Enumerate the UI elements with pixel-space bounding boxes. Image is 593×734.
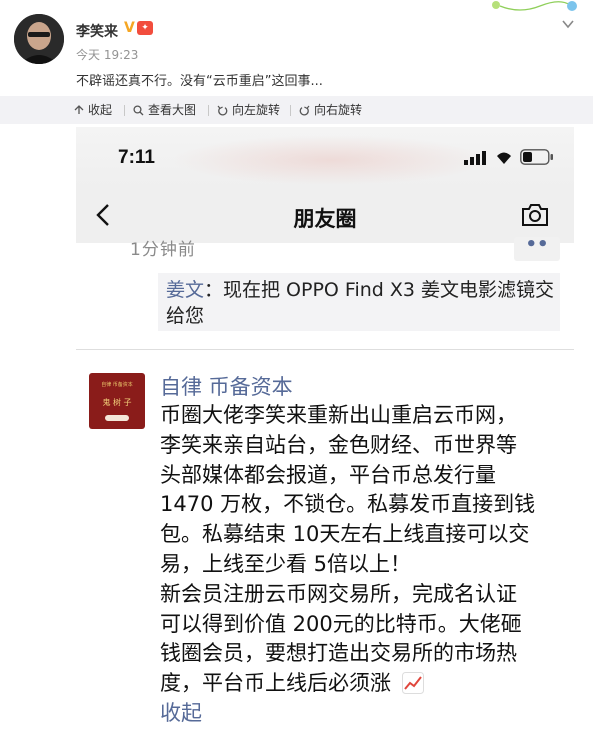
verified-badge: V (124, 20, 135, 36)
rotate-right-icon (299, 105, 310, 116)
status-bar: 7:11 (76, 127, 574, 187)
body-line: 1470 万枚，不锁仓。私募发币直接到钱 (160, 492, 536, 517)
body-line: 新会员注册云币网交易所，完成名认证 (160, 581, 517, 606)
body-line: 钱圈会员，要想打造出交易所的市场热 (160, 641, 517, 666)
avatar-small-text: 自律 币备资本 (101, 382, 133, 388)
rotate-left-label: 向左旋转 (232, 103, 281, 117)
comment-text: ：现在把 OPPO Find X3 姜文电影滤镜交给您 (166, 279, 555, 327)
post-body: 币圈大佬李笑来重新出山重启云币网， 李笑来亲自站台，金色财经、币世界等 头部媒体… (160, 401, 568, 699)
toolbar-divider (208, 105, 209, 116)
page-title: 朋友圈 (293, 207, 357, 231)
post-image[interactable]: 7:11 朋友圈 1分钟前 •• 姜文：现在把 OPPO Find X3 姜文电… (76, 127, 574, 734)
more-button[interactable]: •• (514, 236, 560, 261)
comment-author[interactable]: 姜文 (166, 279, 204, 301)
rotate-right-label: 向右旋转 (314, 103, 363, 117)
body-line: 币圈大佬李笑来重新出山重启云币网， (160, 403, 517, 427)
camera-icon[interactable] (520, 201, 550, 229)
battery-icon (520, 149, 553, 165)
body-line: 头部媒体都会报道，平台币总发行量 (160, 462, 496, 487)
search-icon (133, 104, 144, 115)
moment-timestamp: 1分钟前 (130, 240, 196, 260)
chevron-down-icon[interactable] (562, 18, 574, 30)
avatar-figure (105, 415, 129, 421)
vine-decoration-icon (492, 1, 577, 11)
comment: 姜文：现在把 OPPO Find X3 姜文电影滤镜交给您 (166, 277, 558, 329)
signal-icon (464, 151, 486, 165)
comment-box: 姜文：现在把 OPPO Find X3 姜文电影滤镜交给您 (158, 273, 560, 331)
wifi-icon (497, 152, 511, 164)
body-line-text: 度，平台币上线后必须涨 (160, 671, 391, 696)
member-badge: ✦ (137, 21, 153, 35)
view-large-button[interactable]: 查看大图 (133, 96, 196, 124)
divider (76, 349, 574, 350)
view-large-label: 查看大图 (148, 103, 197, 117)
body-line: 李笑来亲自站台，金色财经、币世界等 (160, 432, 517, 457)
collapse-icon (74, 105, 84, 114)
rotate-right-button[interactable]: 向右旋转 (299, 96, 362, 124)
body-line: 包。私募结束 10天左右上线直接可以交 (160, 522, 530, 547)
toolbar-divider (290, 105, 291, 116)
chart-up-icon (401, 672, 424, 695)
collapse-button[interactable]: 收起 (74, 96, 112, 124)
post-time[interactable]: 今天 19:23 (76, 46, 138, 63)
poster-name[interactable]: 自律 币备资本 (160, 371, 293, 401)
avatar[interactable] (14, 14, 64, 64)
poster-avatar[interactable]: 自律 币备资本 鬼 树 子 (89, 373, 145, 429)
blurred-region (171, 135, 491, 185)
status-time: 7:11 (118, 147, 155, 168)
body-line: 易，上线至少看 5倍以上！ (160, 551, 412, 576)
image-toolbar: 收起 查看大图 向左旋转 向右旋转 (0, 96, 593, 124)
collapse-label: 收起 (88, 103, 113, 117)
toolbar-divider (124, 105, 125, 116)
body-line: 可以得到价值 200元的比特币。大佬砸 (160, 611, 522, 636)
collapse-link[interactable]: 收起 (160, 697, 202, 727)
username[interactable]: 李笑来 (76, 21, 118, 41)
avatar-text: 鬼 树 子 (102, 398, 132, 407)
post-text: 不辟谣还真不行。没有“云币重启”这回事... (76, 74, 323, 89)
rotate-left-icon (217, 105, 228, 116)
body-line-last: 度，平台币上线后必须涨 (160, 669, 568, 699)
rotate-left-button[interactable]: 向左旋转 (217, 96, 280, 124)
